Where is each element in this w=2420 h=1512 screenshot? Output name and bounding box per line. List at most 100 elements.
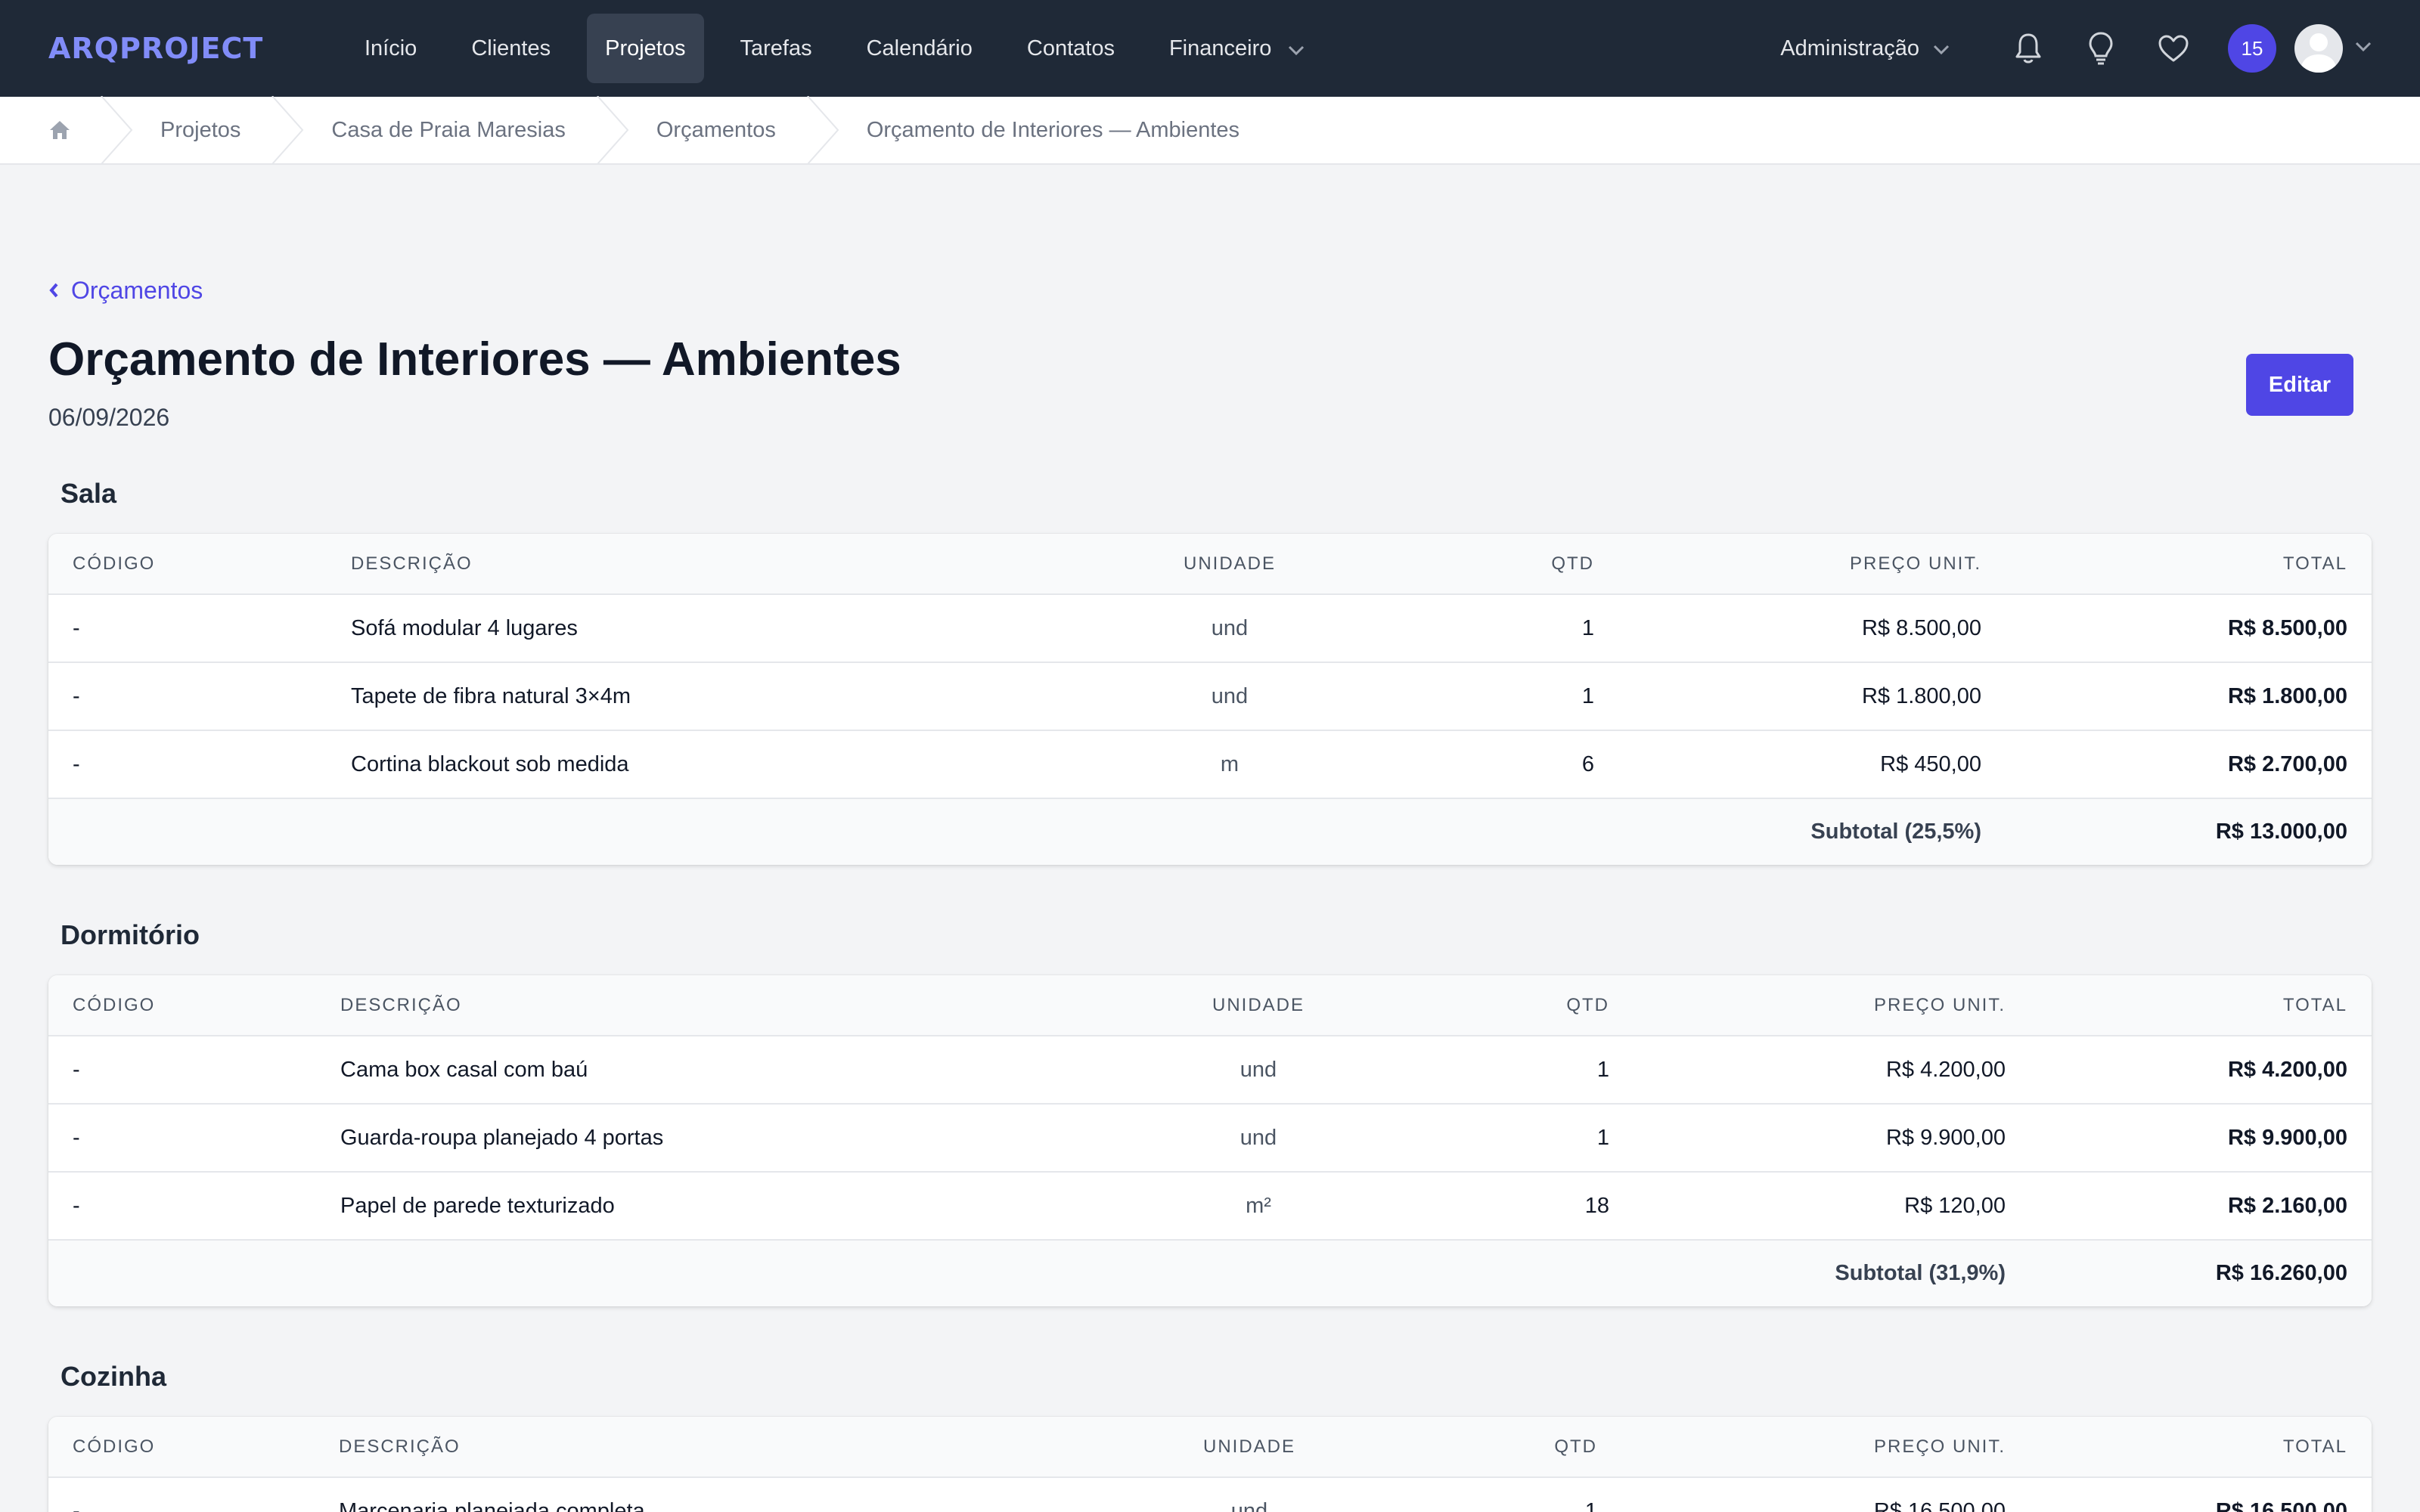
subtotal-row: Subtotal (25,5%) R$ 13.000,00 <box>48 798 2372 865</box>
cell-unit-price: R$ 16.500,00 <box>1621 1477 2030 1512</box>
cell-code: - <box>48 1172 316 1241</box>
heart-icon[interactable] <box>2155 30 2192 67</box>
cell-description: Marcenaria planejada completa <box>315 1477 1146 1512</box>
cell-description: Guarda-roupa planejado 4 portas <box>316 1104 1156 1173</box>
edit-button[interactable]: Editar <box>2246 354 2353 416</box>
cell-qty: 1 <box>1361 1036 1634 1105</box>
col-header-unit: UNIDADE <box>1110 534 1349 595</box>
subtotal-value: R$ 13.000,00 <box>2006 798 2372 865</box>
back-link-label: Orçamentos <box>71 277 203 304</box>
nav-item-projetos[interactable]: Projetos <box>587 14 704 83</box>
subtotal-label: Subtotal (25,5%) <box>48 798 2006 865</box>
cell-unit-price: R$ 9.900,00 <box>1634 1104 2030 1173</box>
breadcrumb-item-orcamentos[interactable]: Orçamentos <box>656 118 776 143</box>
admin-menu[interactable]: Administração <box>1780 36 1950 61</box>
table-row: - Marcenaria planejada completa und 1 R$… <box>48 1477 2372 1512</box>
cell-description: Tapete de fibra natural 3×4m <box>327 662 1110 731</box>
main-nav: Início Clientes Projetos Tarefas Calendá… <box>346 14 1341 83</box>
cell-total: R$ 9.900,00 <box>2030 1104 2372 1173</box>
col-header-description: DESCRIÇÃO <box>315 1417 1146 1478</box>
home-icon[interactable] <box>48 118 73 142</box>
nav-item-inicio[interactable]: Início <box>346 14 435 83</box>
admin-menu-label: Administração <box>1780 36 1919 60</box>
breadcrumb-item-project[interactable]: Casa de Praia Maresias <box>331 118 565 143</box>
breadcrumb: Projetos Casa de Praia Maresias Orçament… <box>0 96 2420 165</box>
cell-code: - <box>48 1036 316 1105</box>
cell-qty: 1 <box>1352 1477 1621 1512</box>
cell-unit-price: R$ 1.800,00 <box>1618 662 2006 731</box>
cell-unit-price: R$ 8.500,00 <box>1618 594 2006 663</box>
subtotal-label: Subtotal (31,9%) <box>48 1240 2030 1306</box>
nav-item-financeiro[interactable]: Financeiro <box>1151 14 1323 83</box>
nav-right-actions: Administração 15 <box>1780 24 2372 73</box>
cell-description: Cortina blackout sob medida <box>327 730 1110 799</box>
back-link[interactable]: Orçamentos <box>48 277 203 305</box>
chevron-down-icon[interactable] <box>2355 42 2372 56</box>
section-title-dormitorio: Dormitório <box>60 919 200 950</box>
nav-item-contatos[interactable]: Contatos <box>1009 14 1133 83</box>
col-header-qty: QTD <box>1349 534 1618 595</box>
table-row: - Sofá modular 4 lugares und 1 R$ 8.500,… <box>48 594 2372 663</box>
breadcrumb-separator <box>807 96 839 164</box>
breadcrumb-item-current: Orçamento de Interiores — Ambientes <box>866 117 1240 142</box>
table-header-row: CÓDIGO DESCRIÇÃO UNIDADE QTD PREÇO UNIT.… <box>48 534 2372 595</box>
breadcrumb-separator <box>597 96 629 164</box>
table-row: - Cama box casal com baú und 1 R$ 4.200,… <box>48 1036 2372 1105</box>
cell-unit: und <box>1146 1477 1352 1512</box>
app-logo[interactable]: ARQPROJECT <box>48 32 283 65</box>
budget-table-cozinha: CÓDIGO DESCRIÇÃO UNIDADE QTD PREÇO UNIT.… <box>48 1417 2372 1512</box>
cell-qty: 1 <box>1349 662 1618 731</box>
cell-unit: m² <box>1156 1172 1361 1241</box>
col-header-unit-price: PREÇO UNIT. <box>1618 534 2006 595</box>
top-navbar: ARQPROJECT Início Clientes Projetos Tare… <box>0 0 2420 97</box>
cell-unit: und <box>1156 1104 1361 1173</box>
nav-item-financeiro-label: Financeiro <box>1168 36 1272 60</box>
table-row: - Papel de parede texturizado m² 18 R$ 1… <box>48 1172 2372 1241</box>
cell-unit-price: R$ 450,00 <box>1618 730 2006 799</box>
breadcrumb-separator <box>101 96 133 164</box>
table-header-row: CÓDIGO DESCRIÇÃO UNIDADE QTD PREÇO UNIT.… <box>48 975 2372 1036</box>
cell-code: - <box>48 730 327 799</box>
col-header-description: DESCRIÇÃO <box>327 534 1110 595</box>
col-header-unit: UNIDADE <box>1156 975 1361 1036</box>
cell-code: - <box>48 1477 315 1512</box>
chevron-down-icon <box>1288 14 1305 84</box>
section-title-sala: Sala <box>60 478 117 509</box>
col-header-unit: UNIDADE <box>1146 1417 1352 1478</box>
col-header-total: TOTAL <box>2006 534 2372 595</box>
cell-description: Papel de parede texturizado <box>316 1172 1156 1241</box>
cell-description: Sofá modular 4 lugares <box>327 594 1110 663</box>
notification-count-badge[interactable]: 15 <box>2228 24 2276 73</box>
col-header-code: CÓDIGO <box>48 534 327 595</box>
user-avatar[interactable] <box>2294 24 2343 73</box>
table-row: - Cortina blackout sob medida m 6 R$ 450… <box>48 730 2372 799</box>
col-header-code: CÓDIGO <box>48 1417 315 1478</box>
col-header-description: DESCRIÇÃO <box>316 975 1156 1036</box>
cell-qty: 6 <box>1349 730 1618 799</box>
cell-total: R$ 2.700,00 <box>2006 730 2372 799</box>
budget-table-dormitorio: CÓDIGO DESCRIÇÃO UNIDADE QTD PREÇO UNIT.… <box>48 975 2372 1306</box>
cell-unit: und <box>1156 1036 1361 1105</box>
cell-unit: m <box>1110 730 1349 799</box>
breadcrumb-item-projetos[interactable]: Projetos <box>160 118 240 143</box>
cell-total: R$ 4.200,00 <box>2030 1036 2372 1105</box>
subtotal-row: Subtotal (31,9%) R$ 16.260,00 <box>48 1240 2372 1306</box>
nav-item-tarefas[interactable]: Tarefas <box>722 14 830 83</box>
subtotal-value: R$ 16.260,00 <box>2030 1240 2372 1306</box>
cell-code: - <box>48 662 327 731</box>
cell-code: - <box>48 594 327 663</box>
cell-unit-price: R$ 4.200,00 <box>1634 1036 2030 1105</box>
cell-description: Cama box casal com baú <box>316 1036 1156 1105</box>
bell-icon[interactable] <box>2010 30 2046 67</box>
cell-qty: 1 <box>1349 594 1618 663</box>
section-title-cozinha: Cozinha <box>60 1361 166 1392</box>
cell-unit: und <box>1110 594 1349 663</box>
nav-item-clientes[interactable]: Clientes <box>453 14 569 83</box>
cell-unit-price: R$ 120,00 <box>1634 1172 2030 1241</box>
col-header-total: TOTAL <box>2030 975 2372 1036</box>
lightbulb-icon[interactable] <box>2083 30 2119 67</box>
nav-item-calendario[interactable]: Calendário <box>849 14 991 83</box>
page-date: 06/09/2026 <box>48 404 170 431</box>
cell-total: R$ 16.500,00 <box>2030 1477 2372 1512</box>
cell-total: R$ 1.800,00 <box>2006 662 2372 731</box>
